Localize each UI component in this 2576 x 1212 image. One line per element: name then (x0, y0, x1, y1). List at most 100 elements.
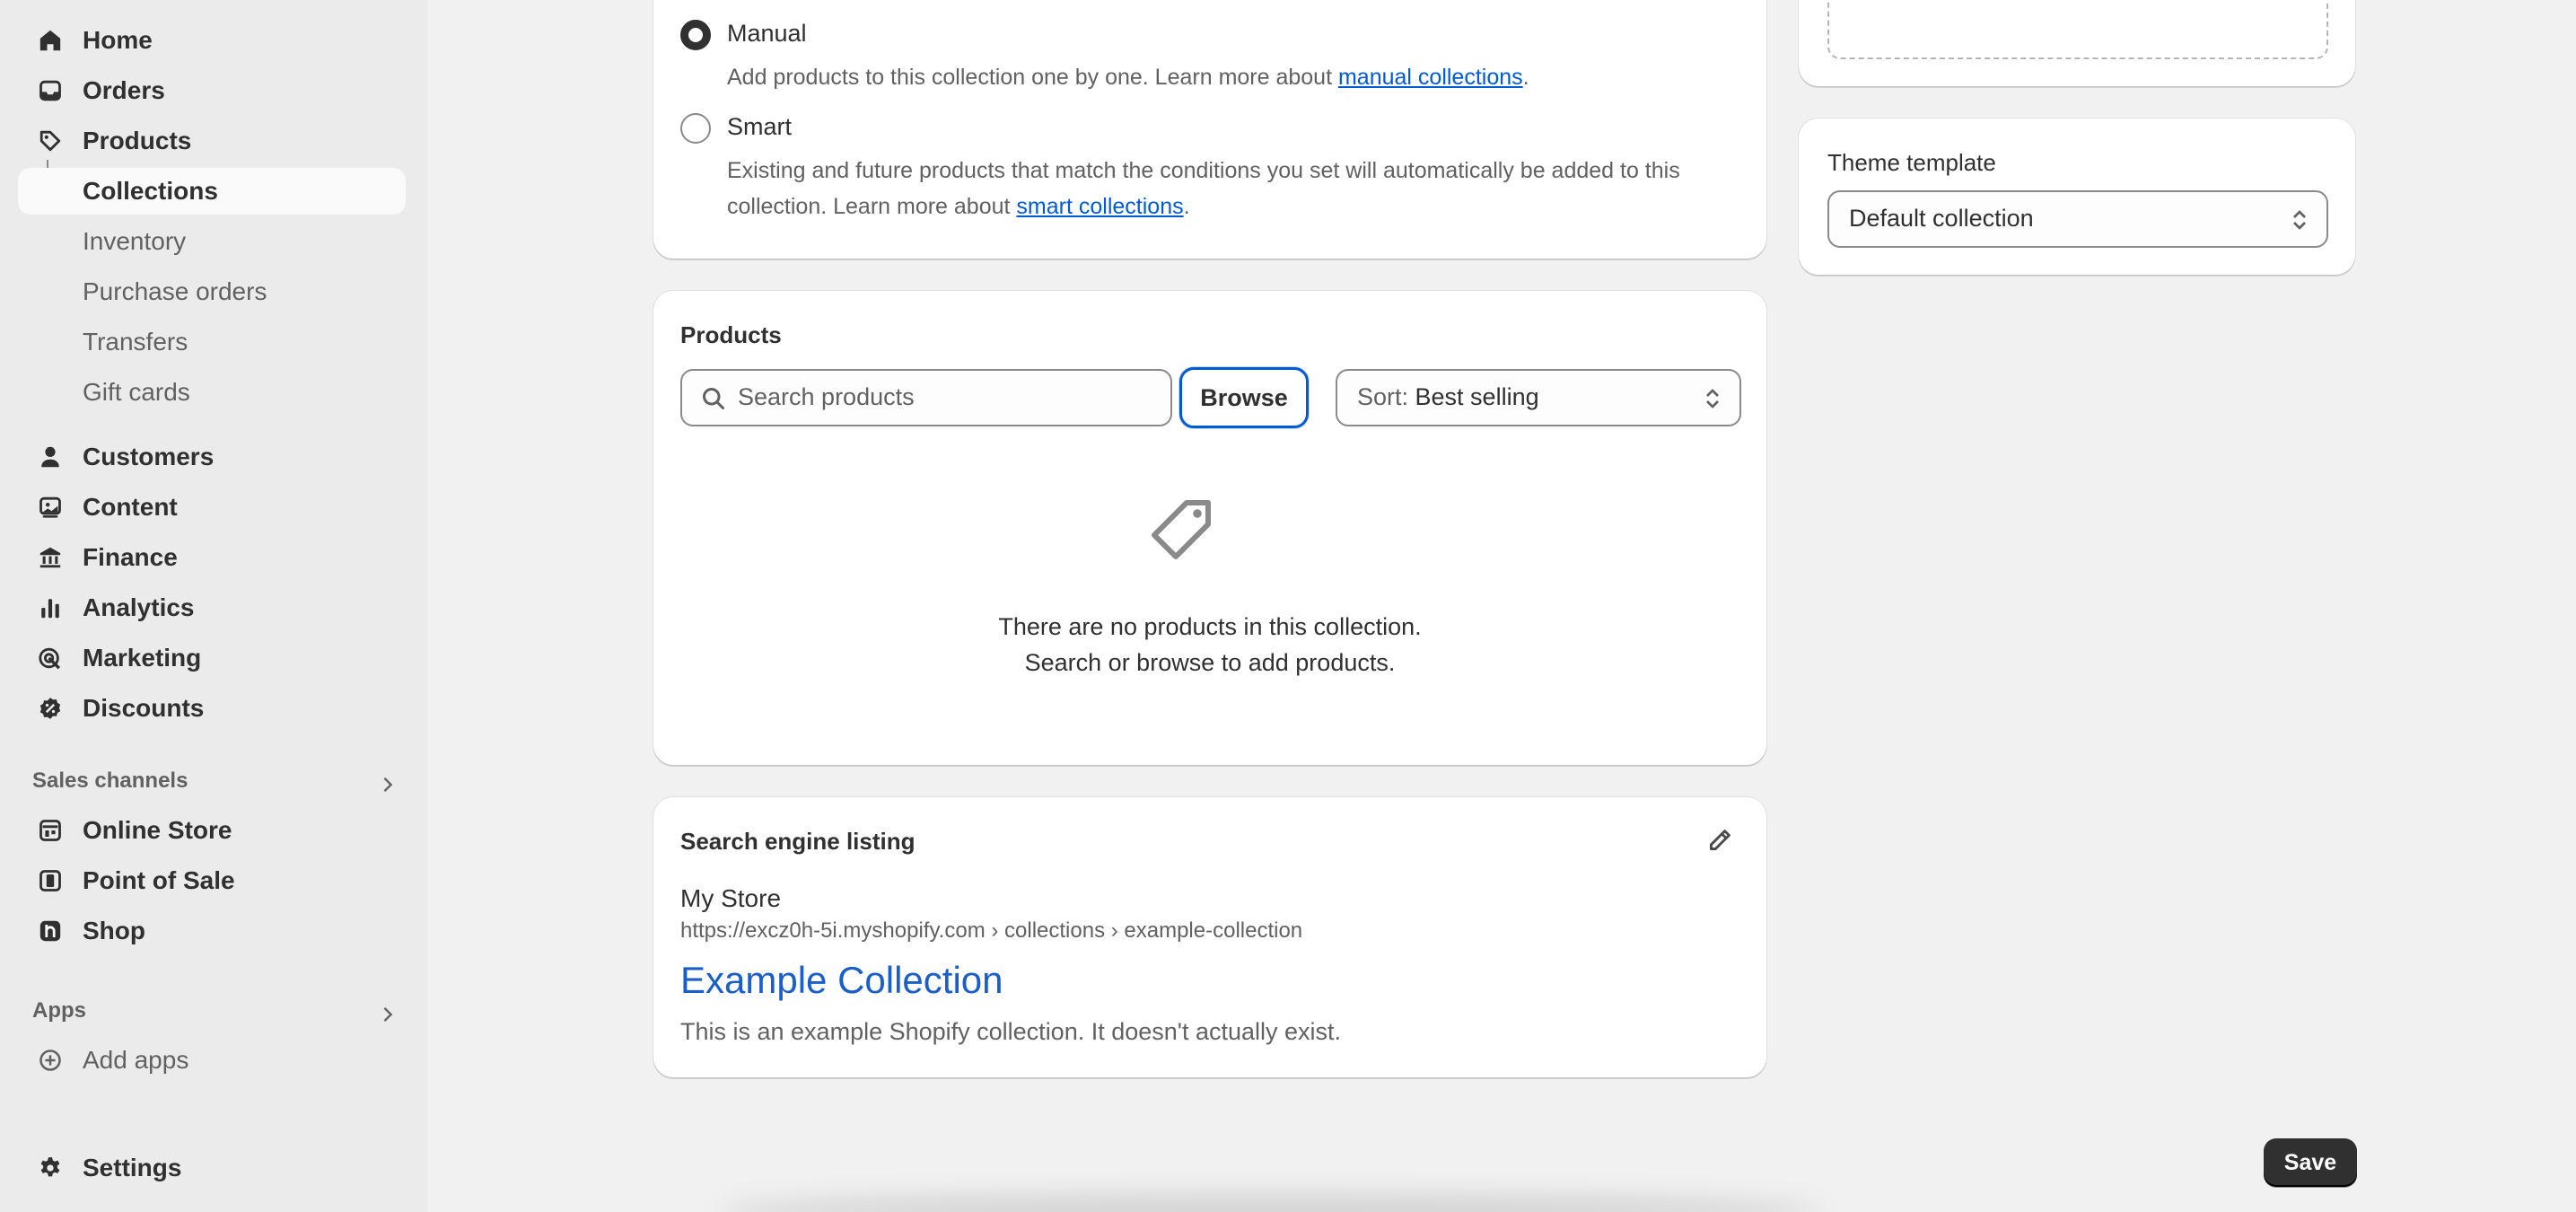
seo-title: Search engine listing (680, 828, 916, 855)
chevron-right-icon[interactable] (377, 1004, 399, 1025)
sidebar-item-marketing[interactable]: Marketing (18, 635, 406, 681)
sidebar: Home Orders Products Collections Invento… (0, 0, 427, 1212)
sidebar-item-settings[interactable]: Settings (18, 1145, 406, 1191)
sidebar-item-discounts[interactable]: Discounts (18, 685, 406, 732)
home-icon (36, 26, 65, 55)
manual-help-text: Add products to this collection one by o… (727, 59, 1529, 95)
bank-icon (36, 543, 65, 572)
smart-help-line1: Existing and future products that match … (727, 158, 1680, 183)
sort-value: Best selling (1415, 383, 1539, 410)
theme-template-label: Theme template (1827, 149, 1996, 176)
manual-help-prefix: Add products to this collection one by o… (727, 65, 1338, 90)
sales-channels-heading: Sales channels (32, 768, 188, 793)
sidebar-item-customers[interactable]: Customers (18, 434, 406, 480)
manual-collections-link[interactable]: manual collections (1338, 65, 1523, 90)
sidebar-item-label: Point of Sale (83, 866, 235, 894)
image-icon (36, 493, 65, 522)
sidebar-item-label: Content (83, 493, 178, 521)
smart-help-suffix: . (1183, 194, 1190, 219)
bar-chart-icon (36, 593, 65, 622)
seo-page-title: Example Collection (680, 959, 1003, 1001)
apps-heading: Apps (32, 998, 86, 1023)
manual-radio[interactable] (680, 20, 711, 50)
sort-prefix: Sort: (1357, 383, 1415, 410)
products-card: Products Search products Sort: Best sell… (653, 291, 1766, 765)
tag-icon (1152, 500, 1211, 559)
theme-template-select[interactable]: Default collection (1827, 190, 2328, 248)
select-chevron-icon (2293, 210, 2306, 230)
sidebar-item-label: Shop (83, 917, 145, 944)
target-icon (36, 644, 65, 672)
sidebar-item-finance[interactable]: Finance (18, 534, 406, 581)
sidebar-item-label: Customers (83, 443, 215, 470)
search-icon (703, 388, 724, 409)
sidebar-item-point-of-sale[interactable]: Point of Sale (18, 857, 406, 904)
edit-pencil-icon[interactable] (1705, 826, 1734, 855)
sidebar-item-label: Discounts (83, 694, 205, 722)
tag-icon (36, 127, 65, 155)
store-icon (36, 816, 65, 845)
theme-template-value: Default collection (1849, 205, 2034, 232)
products-title: Products (680, 321, 782, 348)
image-dropzone[interactable] (1827, 0, 2328, 59)
sidebar-item-transfers[interactable]: Transfers (18, 319, 406, 365)
chevron-right-icon[interactable] (377, 774, 399, 795)
smart-radio[interactable] (680, 113, 711, 144)
sidebar-item-label: Home (83, 26, 153, 54)
sidebar-item-label: Orders (83, 76, 165, 104)
discount-icon (36, 694, 65, 723)
gear-icon (36, 1154, 65, 1182)
empty-state-line1: There are no products in this collection… (998, 613, 1422, 640)
sidebar-item-home[interactable]: Home (18, 17, 406, 64)
sidebar-item-label: Add apps (83, 1046, 189, 1074)
manual-help-suffix: . (1522, 65, 1529, 90)
sort-select-text: Sort: Best selling (1357, 383, 1539, 411)
sidebar-item-content[interactable]: Content (18, 484, 406, 531)
smart-collections-link[interactable]: smart collections (1016, 194, 1183, 219)
sidebar-item-gift-cards[interactable]: Gift cards (18, 369, 406, 416)
sidebar-item-analytics[interactable]: Analytics (18, 584, 406, 631)
sidebar-item-collections[interactable]: Collections (18, 168, 406, 215)
sidebar-item-label: Products (83, 127, 192, 154)
smart-help-text: Existing and future products that match … (727, 153, 1750, 224)
sidebar-item-purchase-orders[interactable]: Purchase orders (18, 268, 406, 315)
sidebar-item-inventory[interactable]: Inventory (18, 218, 406, 265)
seo-description: This is an example Shopify collection. I… (680, 1018, 1342, 1045)
smart-label: Smart (727, 113, 793, 140)
inbox-icon (36, 76, 65, 105)
sidebar-item-add-apps[interactable]: Add apps (18, 1037, 406, 1084)
sidebar-item-label: Online Store (83, 816, 232, 844)
sidebar-item-orders[interactable]: Orders (18, 67, 406, 114)
manual-label: Manual (727, 20, 807, 47)
sidebar-item-shop[interactable]: Shop (18, 908, 406, 954)
sidebar-item-label: Settings (83, 1154, 182, 1181)
seo-store-name: My Store (680, 884, 782, 912)
sidebar-item-products[interactable]: Products (18, 118, 406, 164)
search-products-input[interactable]: Search products (680, 369, 1172, 426)
image-card (1799, 0, 2355, 86)
plus-circle-icon (36, 1046, 65, 1075)
sidebar-item-label: Finance (83, 543, 178, 571)
shop-icon (36, 917, 65, 945)
search-placeholder: Search products (738, 383, 915, 410)
person-icon (36, 443, 65, 471)
browse-button[interactable]: Browse (1179, 367, 1309, 428)
pos-icon (36, 866, 65, 895)
sidebar-item-label: Purchase orders (83, 277, 267, 305)
smart-help-prefix: collection. Learn more about (727, 194, 1017, 219)
bottom-bar-shadow (718, 1194, 1822, 1212)
sidebar-item-label: Collections (83, 177, 218, 205)
sidebar-item-label: Transfers (83, 328, 188, 356)
sidebar-item-label: Gift cards (83, 378, 190, 406)
sidebar-item-label: Analytics (83, 593, 195, 621)
theme-template-card: Theme template Default collection (1799, 119, 2355, 275)
sort-select[interactable]: Sort: Best selling (1336, 369, 1741, 426)
sidebar-item-online-store[interactable]: Online Store (18, 807, 406, 854)
empty-state-line2: Search or browse to add products. (1024, 649, 1396, 676)
smart-help-line2: collection. Learn more about smart colle… (727, 189, 1750, 224)
save-button[interactable]: Save (2264, 1138, 2357, 1187)
collection-type-card: Manual Add products to this collection o… (653, 0, 1766, 259)
select-chevron-icon (1706, 389, 1719, 408)
seo-url: https://excz0h-5i.myshopify.com › collec… (680, 918, 1303, 943)
sidebar-item-label: Inventory (83, 227, 187, 255)
